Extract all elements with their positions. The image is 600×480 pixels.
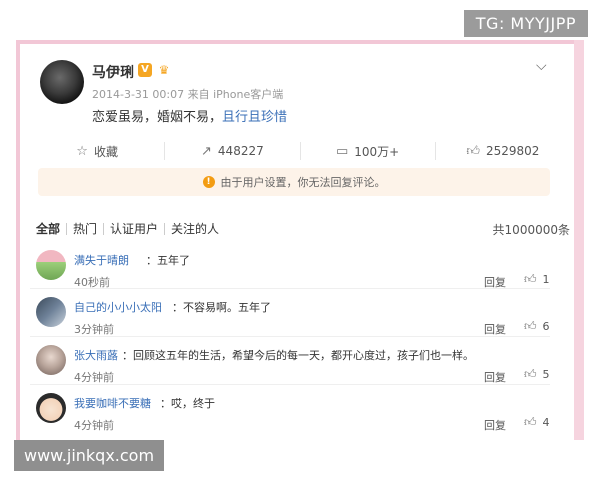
tab-following[interactable]: 关注的人 [165,220,225,237]
favorite-label: 收藏 [93,144,118,159]
reply-button[interactable]: 回复 [484,369,506,385]
post-text: 恋爱虽易，婚姻不易，且行且珍惜 [92,106,287,125]
comment-time: 4分钟前 [74,371,114,384]
comment-item: 张大雨蕗 ：回顾这五年的生活，希望今后的每一天，都开心度过，孩子们也一样。 4分… [36,345,552,393]
comment-tabs: 全部 热门 认证用户 关注的人 [36,220,225,237]
comment-count: 100万+ [354,144,400,159]
comment-like-button[interactable]: 👍︎ 6 [524,319,550,334]
comment-total: 共1000000条 [492,223,570,237]
avatar[interactable] [40,60,84,104]
like-count: 2529802 [485,144,540,158]
comment-text: ：回顾这五年的生活，希望今后的每一天，都开心度过，孩子们也一样。 [122,349,474,362]
reply-button[interactable]: 回复 [484,417,506,433]
comment-like-button[interactable]: 👍︎ 4 [524,415,550,430]
comment-like-count: 4 [542,416,550,429]
divider [30,336,550,337]
reply-disabled-notice: ! 由于用户设置，你无法回复评论。 [38,168,550,196]
comment-item: 满失于晴朗 ：五年了 40秒前 回复 👍︎ 1 [36,250,552,298]
comment-item: 自己的小小小太阳 ：不容易啊。五年了 3分钟前 回复 👍︎ 6 [36,297,552,345]
avatar[interactable] [36,250,66,280]
reply-button[interactable]: 回复 [484,321,506,337]
comment-author[interactable]: 我要咖啡不要糖 [74,395,151,411]
comment-author[interactable]: 自己的小小小太阳 [74,299,162,315]
chevron-down-icon[interactable]: ⌵ [536,58,552,74]
comment-like-count: 6 [542,320,550,333]
post-body: 恋爱虽易，婚姻不易， [92,110,223,125]
comment-like-button[interactable]: 👍︎ 5 [524,367,550,382]
comment-like-button[interactable]: 👍︎ 1 [524,272,550,287]
comment-text: ：哎，终于 [160,397,215,410]
avatar[interactable] [36,393,66,423]
comment-button[interactable]: ▭ 100万+ [301,143,435,160]
watermark-top: TG: MYYJJPP [463,10,588,37]
repost-icon: ↗ [201,143,212,159]
thumbs-up-icon: 👍︎ [524,415,537,429]
action-bar: ☆ 收藏 ↗ 448227 ▭ 100万+ 👍︎ 2529802 [30,138,570,164]
comment-time: 3分钟前 [74,323,114,336]
comment-icon: ▭ [335,143,349,159]
comment-like-count: 5 [542,368,550,381]
avatar[interactable] [36,345,66,375]
crown-icon: ♛ [158,63,170,77]
watermark-bottom: www.jinkqx.com [14,440,165,471]
tab-hot[interactable]: 热门 [67,220,103,237]
post-link[interactable]: 且行且珍惜 [222,110,287,125]
comment-text: ：不容易啊。五年了 [172,301,271,314]
tab-all[interactable]: 全部 [36,220,66,237]
divider [30,288,550,289]
comment-author[interactable]: 张大雨蕗 [74,347,118,363]
vip-badge: V [138,63,152,77]
divider [30,384,550,385]
favorite-button[interactable]: ☆ 收藏 [30,143,164,160]
comment-item: 我要咖啡不要糖 ：哎，终于 4分钟前 回复 👍︎ 4 [36,393,552,441]
thumbs-up-icon: 👍︎ [524,272,537,286]
like-button[interactable]: 👍︎ 2529802 [436,144,570,159]
frame-edge [574,40,584,440]
thumbs-up-icon: 👍︎ [524,367,537,381]
thumbs-up-icon: 👍︎ [466,143,480,159]
repost-button[interactable]: ↗ 448227 [165,144,299,159]
notice-text: 由于用户设置，你无法回复评论。 [220,176,386,189]
star-icon: ☆ [76,143,88,159]
comment-text: ：五年了 [146,254,190,267]
avatar[interactable] [36,297,66,327]
thumbs-up-icon: 👍︎ [524,319,537,333]
comment-time: 4分钟前 [74,419,114,432]
post-username[interactable]: 马伊琍 [92,62,134,82]
tab-verified[interactable]: 认证用户 [104,220,164,237]
comment-like-count: 1 [542,273,550,286]
warning-icon: ! [202,176,215,188]
repost-count: 448227 [217,144,264,158]
post-meta: 2014-3-31 00:07 来自 iPhone客户端 [92,88,284,101]
comment-author[interactable]: 满失于晴朗 [74,252,129,268]
